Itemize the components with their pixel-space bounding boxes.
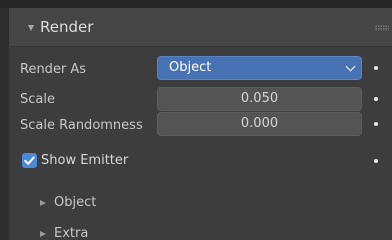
scale-randomness-field[interactable]: 0.000 [157,112,362,136]
scale-randomness-value: 0.000 [240,116,279,131]
render-panel-header[interactable]: Render [9,8,392,47]
editor-top-strip [0,0,392,8]
keyframe-dot-icon[interactable] [374,122,378,126]
triangle-right-icon[interactable] [40,231,46,237]
render-as-value: Object [169,60,212,75]
checkmark-icon [24,156,35,165]
subpanel-extra-title: Extra [54,226,89,240]
subpanel-object-title: Object [54,195,97,210]
scale-randomness-label: Scale Randomness [20,118,143,133]
render-as-label: Render As [20,62,87,77]
triangle-down-icon[interactable] [28,25,34,31]
chevron-down-icon [345,61,356,72]
show-emitter-label[interactable]: Show Emitter [41,153,128,169]
keyframe-dot-icon[interactable] [374,66,378,70]
drag-grip-icon[interactable] [375,25,389,31]
render-as-dropdown[interactable]: Object [157,56,362,80]
panel-title: Render [40,18,94,36]
scale-value: 0.050 [240,91,279,106]
show-emitter-checkbox[interactable] [22,153,37,168]
keyframe-dot-icon[interactable] [374,159,378,163]
properties-editor: Render Render As Object Scale 0.050 Scal… [0,0,392,240]
keyframe-dot-icon[interactable] [374,97,378,101]
triangle-right-icon[interactable] [40,200,46,206]
scale-label: Scale [20,92,55,107]
scale-field[interactable]: 0.050 [157,87,362,111]
